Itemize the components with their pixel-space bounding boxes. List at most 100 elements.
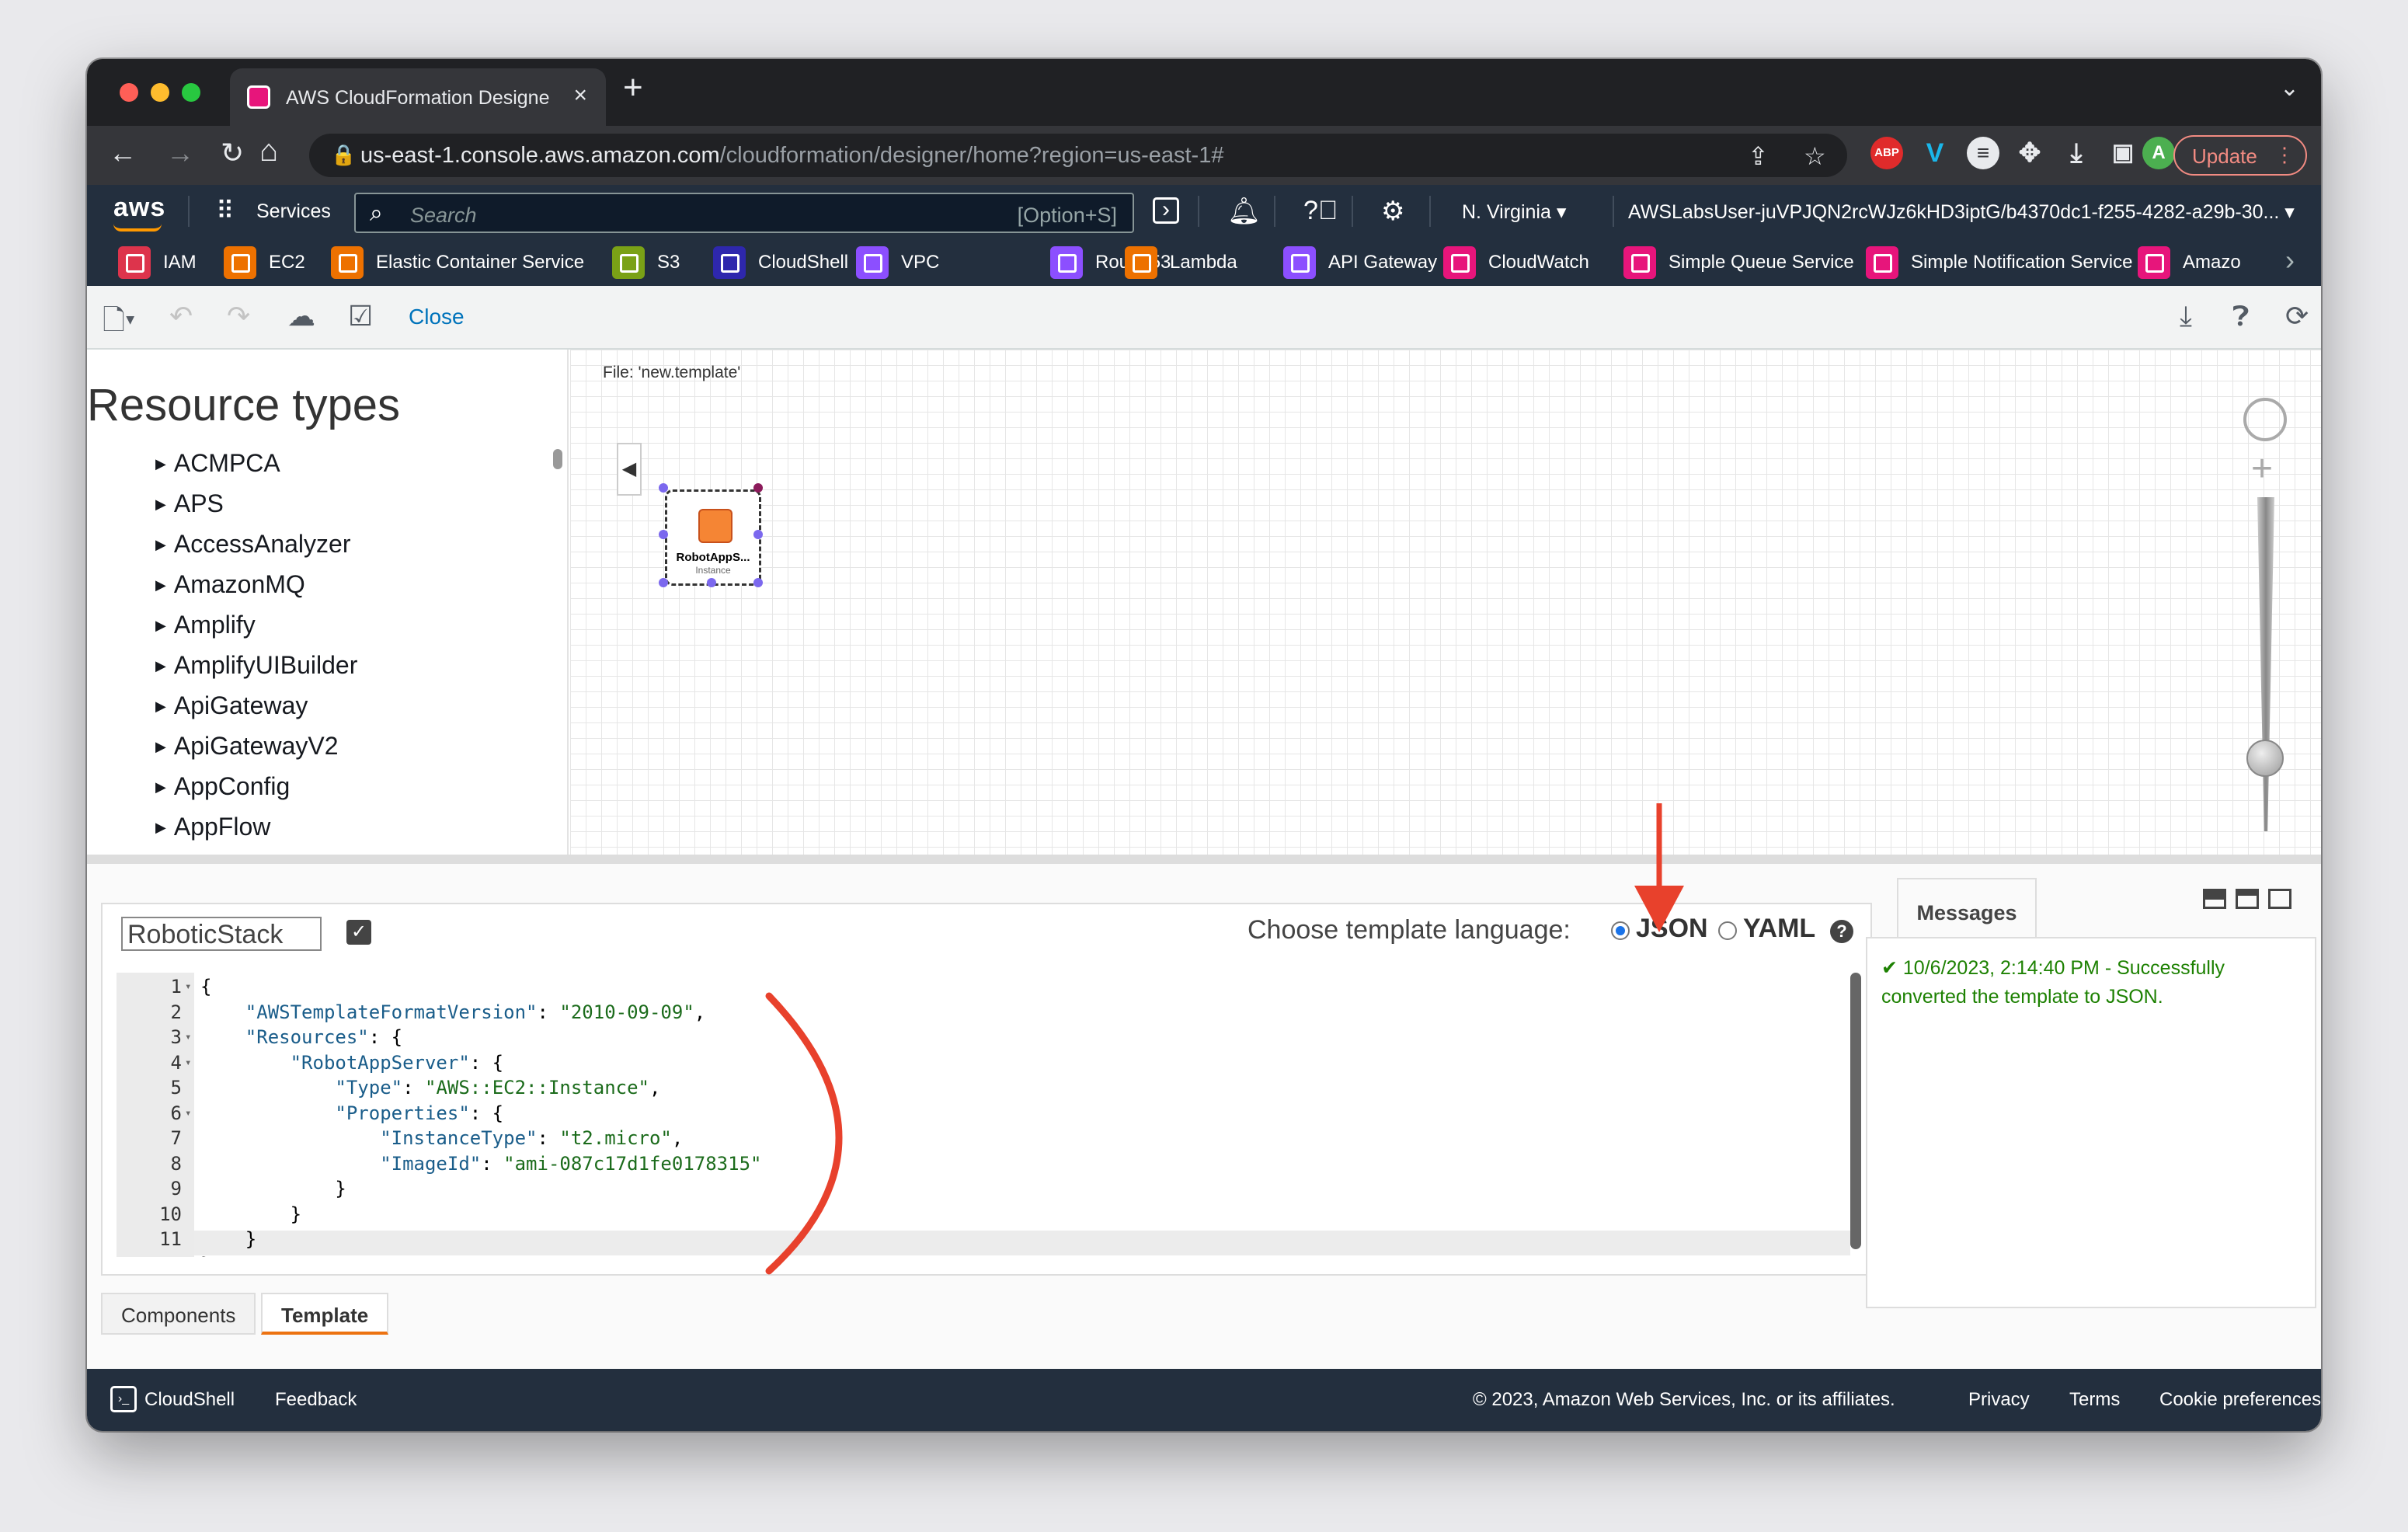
- cloudshell-icon[interactable]: ›: [1153, 197, 1179, 224]
- favorite-cloudwatch[interactable]: CloudWatch: [1443, 245, 1589, 280]
- resource-type-item[interactable]: ▶ AmazonMQ: [155, 570, 357, 611]
- layout-full-icon[interactable]: [2268, 889, 2291, 909]
- cloudshell-footer-icon[interactable]: ›_: [110, 1386, 137, 1412]
- resource-type-item[interactable]: ▶ ApiGateway: [155, 691, 357, 732]
- zoom-slider-track[interactable]: [2257, 497, 2274, 831]
- language-help-icon[interactable]: ?: [1830, 920, 1853, 943]
- redo-icon[interactable]: ↷: [227, 300, 250, 333]
- connection-handle[interactable]: [707, 578, 716, 587]
- update-button[interactable]: Update ⋮: [2173, 135, 2307, 176]
- yaml-radio[interactable]: [1718, 921, 1737, 940]
- zoom-slider-knob[interactable]: [2246, 740, 2284, 777]
- services-grid-icon[interactable]: ⠿: [216, 196, 234, 225]
- footer-terms-link[interactable]: Terms: [2069, 1389, 2120, 1411]
- favorite-s3[interactable]: S3: [612, 245, 680, 280]
- window-close-button[interactable]: [120, 83, 138, 102]
- address-bar[interactable]: 🔒 us-east-1.console.aws.amazon.com/cloud…: [309, 134, 1847, 177]
- expand-triangle-icon[interactable]: ▶: [155, 779, 166, 795]
- favorite-iam[interactable]: IAM: [118, 245, 197, 280]
- favorite-cloudshell[interactable]: CloudShell: [713, 245, 848, 280]
- zoom-in-icon[interactable]: +: [2251, 447, 2273, 490]
- favorites-scroll-right-icon[interactable]: ›: [2285, 244, 2295, 277]
- expand-triangle-icon[interactable]: ▶: [155, 820, 166, 835]
- connection-handle[interactable]: [753, 578, 763, 587]
- connection-handle[interactable]: [753, 483, 763, 493]
- stack-name-checkbox[interactable]: ✓: [346, 920, 371, 945]
- search-input[interactable]: ⌕ Search [Option+S]: [354, 193, 1134, 233]
- footer-cloudshell-link[interactable]: CloudShell: [144, 1389, 235, 1411]
- puzzle-extensions-icon[interactable]: ✥: [2013, 137, 2046, 169]
- favorite-amazo[interactable]: Amazo: [2138, 245, 2241, 280]
- connection-handle[interactable]: [659, 530, 668, 539]
- tab-components[interactable]: Components: [101, 1293, 256, 1335]
- favorite-lambda[interactable]: Lambda: [1125, 245, 1237, 280]
- window-minimize-button[interactable]: [151, 83, 169, 102]
- back-arrow-icon[interactable]: ←: [109, 137, 137, 169]
- home-icon[interactable]: ⌂: [259, 134, 278, 169]
- fold-caret-icon[interactable]: ▾: [185, 1031, 191, 1043]
- layout-bottom-icon[interactable]: [2203, 889, 2226, 909]
- expand-triangle-icon[interactable]: ▶: [155, 577, 166, 593]
- side-panel-icon[interactable]: ▣: [2107, 137, 2139, 169]
- panel-splitter[interactable]: [87, 855, 2321, 864]
- resource-type-item[interactable]: ▶ AppConfig: [155, 772, 357, 813]
- editor-scrollbar[interactable]: [1850, 973, 1861, 1249]
- services-menu[interactable]: Services: [256, 200, 331, 223]
- settings-gear-icon[interactable]: ⚙: [1381, 196, 1404, 227]
- menu-extension-icon[interactable]: ≡: [1967, 137, 1999, 169]
- download-icon[interactable]: ⤓: [2060, 137, 2093, 169]
- lock-icon[interactable]: 🔒: [331, 143, 356, 167]
- account-menu[interactable]: AWSLabsUser-juVPJQN2rcWJz6kHD3iptG/b4370…: [1628, 200, 2296, 224]
- refresh-diagram-icon[interactable]: ⟳: [2285, 300, 2309, 333]
- undo-icon[interactable]: ↶: [169, 300, 193, 333]
- expand-triangle-icon[interactable]: ▶: [155, 739, 166, 754]
- fold-caret-icon[interactable]: ▾: [185, 1057, 191, 1069]
- resource-type-item[interactable]: ▶ AppFlow: [155, 813, 357, 853]
- tab-search-chevron-icon[interactable]: ⌄: [2280, 75, 2299, 102]
- resource-type-item[interactable]: ▶ Amplify: [155, 611, 357, 651]
- favorite-simple-queue-service[interactable]: Simple Queue Service: [1623, 245, 1854, 280]
- favorite-elastic-container-service[interactable]: Elastic Container Service: [331, 245, 584, 280]
- validate-template-icon[interactable]: ☑: [348, 300, 373, 333]
- resource-type-item[interactable]: ▶ AmplifyUIBuilder: [155, 651, 357, 691]
- yaml-label[interactable]: YAML: [1743, 914, 1815, 944]
- new-tab-button[interactable]: +: [623, 68, 643, 107]
- expand-triangle-icon[interactable]: ▶: [155, 698, 166, 714]
- window-zoom-button[interactable]: [182, 83, 200, 102]
- tab-template[interactable]: Template: [261, 1293, 389, 1335]
- profile-avatar[interactable]: A: [2142, 137, 2175, 169]
- resource-type-item[interactable]: ▶ ApiGatewayV2: [155, 732, 357, 772]
- resource-type-item[interactable]: ▶ ACMPCA: [155, 449, 357, 489]
- region-selector[interactable]: N. Virginia ▾: [1462, 200, 1566, 224]
- json-radio[interactable]: [1611, 921, 1630, 940]
- connection-handle[interactable]: [659, 578, 668, 587]
- footer-feedback-link[interactable]: Feedback: [275, 1389, 357, 1411]
- expand-triangle-icon[interactable]: ▶: [155, 537, 166, 552]
- diagram-canvas[interactable]: File: 'new.template' RobotAppS... Instan…: [570, 350, 2321, 856]
- fold-caret-icon[interactable]: ▾: [185, 980, 191, 993]
- expand-triangle-icon[interactable]: ▶: [155, 456, 166, 472]
- reload-icon[interactable]: ↻: [221, 137, 244, 169]
- forward-arrow-icon[interactable]: →: [166, 137, 194, 169]
- favorite-ec2[interactable]: EC2: [224, 245, 305, 280]
- stack-name-field[interactable]: RoboticStack: [121, 917, 322, 951]
- footer-privacy-link[interactable]: Privacy: [1968, 1389, 2030, 1411]
- share-icon[interactable]: ⇪: [1748, 141, 1769, 171]
- file-menu-icon[interactable]: 🗋︎▾: [103, 300, 135, 347]
- recenter-crosshair-icon[interactable]: [2243, 398, 2287, 441]
- collapse-panel-button[interactable]: ◀: [617, 443, 642, 496]
- json-label[interactable]: JSON: [1636, 914, 1708, 944]
- aws-logo[interactable]: aws: [113, 193, 165, 232]
- vimeo-extension-icon[interactable]: V: [1919, 137, 1951, 169]
- favorite-simple-notification-service[interactable]: Simple Notification Service: [1866, 245, 2132, 280]
- resource-type-item[interactable]: ▶ AccessAnalyzer: [155, 530, 357, 570]
- notifications-bell-icon[interactable]: 🔔︎: [1227, 196, 1261, 227]
- tab-messages[interactable]: Messages: [1897, 878, 2037, 938]
- create-stack-cloud-icon[interactable]: ☁: [287, 300, 315, 333]
- resource-panel-scrollbar[interactable]: [553, 449, 562, 469]
- download-template-icon[interactable]: ⤓: [2180, 300, 2192, 333]
- connection-handle[interactable]: [753, 530, 763, 539]
- connection-handle[interactable]: [659, 483, 668, 493]
- expand-triangle-icon[interactable]: ▶: [155, 496, 166, 512]
- tab-close-icon[interactable]: ×: [573, 82, 587, 109]
